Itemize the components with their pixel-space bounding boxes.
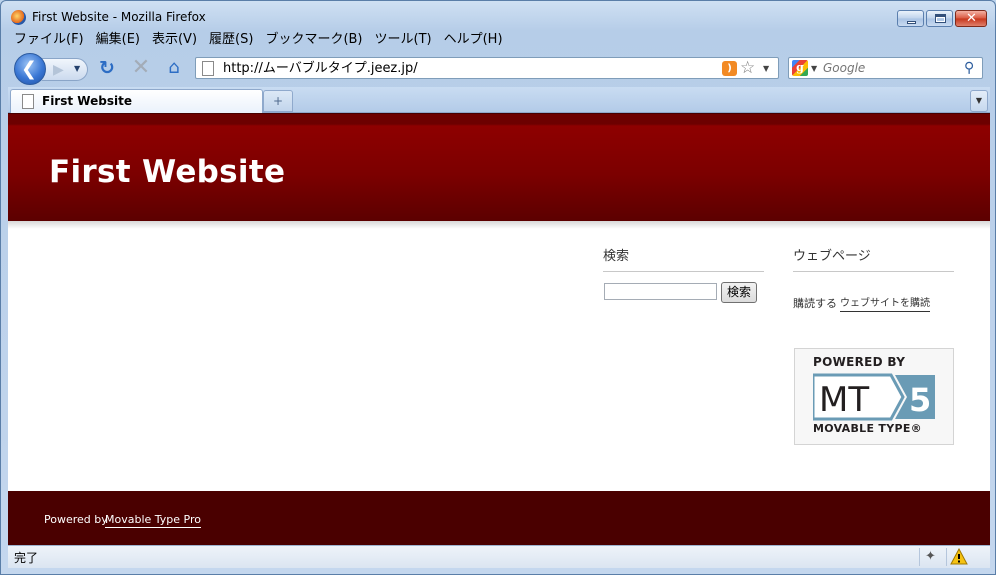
page-icon [202,61,214,76]
magnifier-icon[interactable]: ⚲ [964,58,974,78]
status-text: 完了 [14,551,39,565]
subscribe-link[interactable]: ウェブサイトを購読 [840,297,930,312]
menu-edit[interactable]: 編集(E) [90,30,146,50]
webpage-widget-divider [793,271,954,272]
browser-window: First Website - Mozilla Firefox ✕ ファイル(F… [0,0,996,575]
forward-button[interactable]: ▶ ▼ [42,58,88,81]
menu-view[interactable]: 表示(V) [146,30,203,50]
tab-label: First Website [42,94,132,108]
webpage-widget-title: ウェブページ [793,249,871,264]
menu-tools[interactable]: ツール(T) [369,30,438,50]
badge-caption: MOVABLE TYPE® [813,422,922,435]
tab-first-website[interactable]: First Website [10,89,263,114]
menu-file[interactable]: ファイル(F) [8,30,90,50]
url-bar[interactable]: http://ムーバブルタイプ.jeez.jp/ ) ☆ ▼ [195,57,779,79]
chevron-down-icon: ▼ [975,96,983,105]
badge-powered-by: POWERED BY [813,355,906,369]
close-icon: ✕ [966,11,977,26]
badge-mt: MT [819,380,869,420]
reload-icon[interactable]: ↻ [96,57,118,79]
tab-strip: First Website + ▼ [8,87,990,114]
url-text[interactable]: http://ムーバブルタイプ.jeez.jp/ [223,59,418,78]
window-title: First Website - Mozilla Firefox [32,10,206,24]
search-bar: g ▼ ⚲ [788,57,983,79]
search-widget-title: 検索 [603,249,630,264]
maximize-icon [935,14,946,23]
back-button[interactable]: ❮ [14,53,46,85]
navigation-toolbar: ▶ ▼ ❮ ↻ ✕ ⌂ http://ムーバブルタイプ.jeez.jp/ ) ☆… [8,51,990,86]
maximize-button[interactable] [926,10,953,27]
site-search-input[interactable] [604,283,717,300]
addon-icon[interactable]: ✦ [925,549,936,565]
footer-link[interactable]: Movable Type Pro [105,513,201,528]
url-dropdown-icon[interactable]: ▼ [763,62,769,76]
forward-arrow-icon: ▶ [53,62,64,78]
plus-icon: + [272,94,284,108]
warning-icon[interactable] [950,548,968,565]
tab-list-button[interactable]: ▼ [970,90,988,112]
site-footer: Powered by Movable Type Pro [8,491,990,545]
engine-dropdown-icon[interactable]: ▼ [811,62,817,76]
site-search-button[interactable]: 検索 [721,282,757,303]
stop-icon[interactable]: ✕ [130,57,152,79]
google-icon[interactable]: g [792,60,808,76]
home-icon[interactable]: ⌂ [163,57,185,79]
search-input[interactable] [823,59,958,77]
minimize-icon [907,21,916,24]
status-divider [919,548,920,566]
menu-history[interactable]: 履歴(S) [203,30,259,50]
star-icon[interactable]: ☆ [740,58,755,78]
menu-help[interactable]: ヘルプ(H) [438,30,509,50]
status-bar: 完了 ✦ [8,545,990,568]
powered-by-mt-badge[interactable]: POWERED BY MT 5 MOVABLE TYPE® [794,348,954,445]
search-widget-divider [603,271,764,272]
menu-bar: ファイル(F) 編集(E) 表示(V) 履歴(S) ブックマーク(B) ツール(… [8,30,509,50]
subscribe-label: 購読する [793,297,837,310]
firefox-icon [11,10,26,25]
page-icon [22,94,34,109]
history-dropdown-icon[interactable]: ▼ [74,62,80,76]
new-tab-button[interactable]: + [263,90,293,112]
badge-version: 5 [909,381,931,419]
menu-bookmarks[interactable]: ブックマーク(B) [259,30,368,50]
status-divider [946,548,947,566]
site-header: First Website [8,113,990,221]
page-viewport: First Website 検索 検索 ウェブページ 購読する ウェブサイトを購… [8,113,990,545]
minimize-button[interactable] [897,10,924,27]
footer-label: Powered by [44,513,108,526]
mt5-logo: MT 5 [813,373,935,421]
back-arrow-icon: ❮ [21,58,37,80]
rss-feed-icon[interactable]: ) [722,61,737,76]
close-button[interactable]: ✕ [955,10,987,27]
header-shadow [8,221,990,229]
site-title[interactable]: First Website [49,154,285,190]
title-bar: First Website - Mozilla Firefox ✕ [1,1,995,31]
